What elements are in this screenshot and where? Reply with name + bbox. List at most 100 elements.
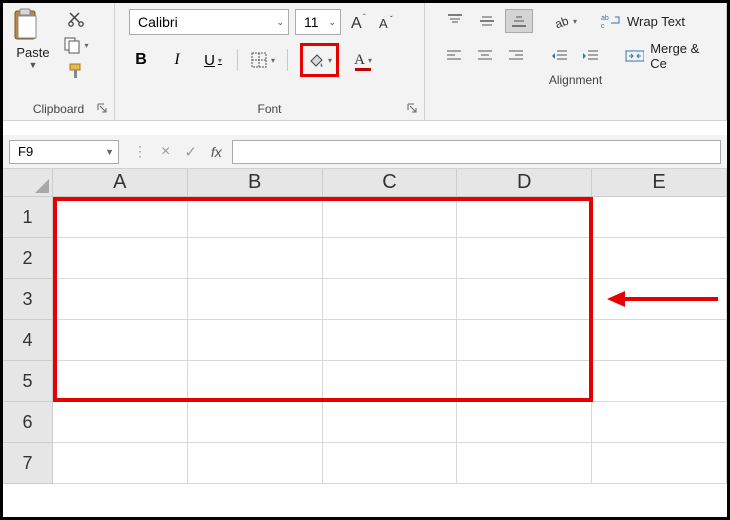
name-box[interactable]: F9 ▼ <box>9 140 119 164</box>
orientation-button[interactable]: ab▾ <box>551 9 579 33</box>
cell[interactable] <box>53 320 188 361</box>
cell[interactable] <box>188 443 323 484</box>
cell[interactable] <box>53 238 188 279</box>
cell[interactable] <box>53 197 188 238</box>
clipboard-launcher[interactable] <box>96 102 110 116</box>
svg-text:A: A <box>379 16 388 31</box>
column-header[interactable]: E <box>592 169 727 197</box>
svg-text:ab: ab <box>553 13 571 30</box>
paste-button[interactable]: Paste ▼ <box>9 7 57 70</box>
cell[interactable] <box>188 361 323 402</box>
decrease-indent-button[interactable] <box>547 44 574 68</box>
merge-icon <box>625 48 644 64</box>
scissors-icon <box>67 10 85 28</box>
align-bottom-icon <box>510 13 528 29</box>
cell[interactable] <box>188 320 323 361</box>
cell[interactable] <box>457 279 592 320</box>
cell[interactable] <box>188 279 323 320</box>
cell[interactable] <box>457 402 592 443</box>
clipboard-icon <box>9 7 43 43</box>
cell[interactable] <box>323 320 458 361</box>
cell[interactable] <box>457 238 592 279</box>
format-painter-button[interactable] <box>63 61 89 81</box>
cell[interactable] <box>188 197 323 238</box>
cell[interactable] <box>323 279 458 320</box>
wrap-text-button[interactable]: abc Wrap Text <box>601 13 685 29</box>
merge-center-button[interactable]: Merge & Ce <box>625 41 716 71</box>
cell[interactable] <box>323 443 458 484</box>
font-group-label: Font <box>115 100 424 120</box>
cell[interactable] <box>592 197 727 238</box>
dots-icon: ⋮ <box>133 143 147 160</box>
column-header[interactable]: B <box>188 169 323 197</box>
cancel-icon[interactable]: × <box>161 143 170 161</box>
font-color-button[interactable]: A ▾ <box>351 46 375 74</box>
cell[interactable] <box>323 197 458 238</box>
cell[interactable] <box>457 443 592 484</box>
cut-button[interactable] <box>63 9 89 29</box>
clipboard-group: Paste ▼ ▾ Clipboard <box>3 3 115 120</box>
italic-button[interactable]: I <box>165 46 189 74</box>
borders-button[interactable]: ▾ <box>250 46 275 74</box>
align-right-button[interactable] <box>502 44 529 68</box>
cell[interactable] <box>592 279 727 320</box>
align-center-button[interactable] <box>472 44 499 68</box>
decrease-font-icon: Aˇ <box>377 12 399 32</box>
cell[interactable] <box>592 361 727 402</box>
font-launcher[interactable] <box>406 102 420 116</box>
cell[interactable] <box>592 443 727 484</box>
bold-button[interactable]: B <box>129 46 153 74</box>
enter-icon[interactable]: ✓ <box>184 143 197 161</box>
chevron-down-icon[interactable]: ▼ <box>9 60 57 70</box>
row-header[interactable]: 6 <box>3 402 53 443</box>
increase-indent-button[interactable] <box>577 44 604 68</box>
formula-bar: F9 ▼ ⋮ × ✓ fx <box>3 135 727 169</box>
increase-font-button[interactable]: Aˆ <box>347 9 373 35</box>
row-header[interactable]: 1 <box>3 197 53 238</box>
formula-input[interactable] <box>232 140 721 164</box>
cell[interactable] <box>592 402 727 443</box>
row-header[interactable]: 7 <box>3 443 53 484</box>
cell[interactable] <box>457 197 592 238</box>
align-middle-button[interactable] <box>473 9 501 33</box>
cell[interactable] <box>188 238 323 279</box>
align-bottom-button[interactable] <box>505 9 533 33</box>
align-left-button[interactable] <box>441 44 468 68</box>
cell[interactable] <box>323 361 458 402</box>
merge-center-label: Merge & Ce <box>650 41 716 71</box>
decrease-font-button[interactable]: Aˇ <box>375 9 401 35</box>
cell[interactable] <box>188 402 323 443</box>
row-header[interactable]: 4 <box>3 320 53 361</box>
cell[interactable] <box>457 361 592 402</box>
svg-text:c: c <box>601 23 605 29</box>
cell[interactable] <box>53 443 188 484</box>
column-header[interactable]: A <box>53 169 188 197</box>
font-size-combo[interactable]: 11 ⌄ <box>295 9 341 35</box>
font-name-combo[interactable]: Calibri ⌄ <box>129 9 289 35</box>
column-header[interactable]: C <box>323 169 458 197</box>
fill-color-button[interactable]: ▾ <box>300 43 339 77</box>
select-all-corner[interactable] <box>3 169 53 197</box>
column-header[interactable]: D <box>457 169 592 197</box>
underline-button[interactable]: U▾ <box>201 46 225 74</box>
decrease-indent-icon <box>551 48 569 64</box>
align-top-button[interactable] <box>441 9 469 33</box>
cell[interactable] <box>53 402 188 443</box>
row-header[interactable]: 5 <box>3 361 53 402</box>
cell[interactable] <box>53 279 188 320</box>
copy-button[interactable]: ▾ <box>63 35 89 55</box>
separator <box>237 49 238 71</box>
cell[interactable] <box>53 361 188 402</box>
row-header[interactable]: 3 <box>3 279 53 320</box>
cell[interactable] <box>323 402 458 443</box>
row-header[interactable]: 2 <box>3 238 53 279</box>
svg-text:ˆ: ˆ <box>363 13 366 22</box>
orientation-icon: ab <box>553 12 573 30</box>
cell[interactable] <box>592 238 727 279</box>
cell[interactable] <box>323 238 458 279</box>
cell[interactable] <box>457 320 592 361</box>
launcher-icon <box>96 102 108 114</box>
cell[interactable] <box>592 320 727 361</box>
wrap-text-icon: abc <box>601 13 621 29</box>
fx-label[interactable]: fx <box>211 144 222 160</box>
